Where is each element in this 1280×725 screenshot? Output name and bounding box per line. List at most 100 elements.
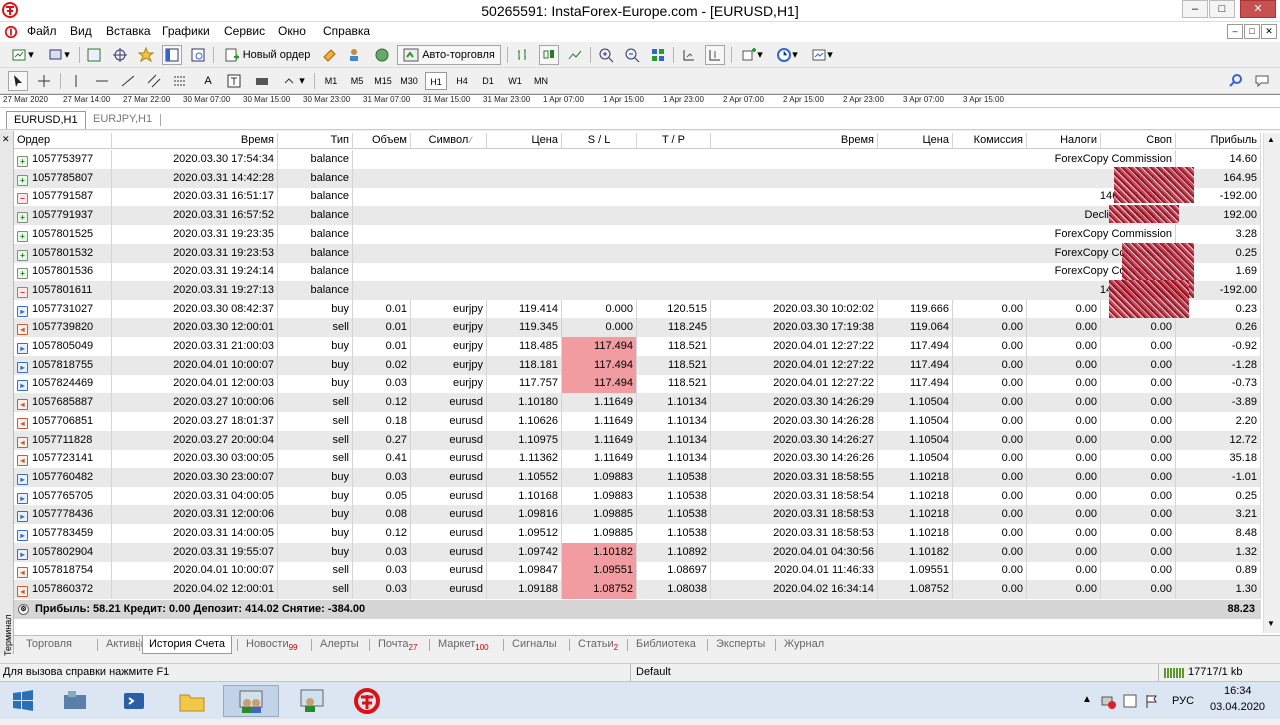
- table-row[interactable]: ◂ 1057706851 2020.03.27 18:01:37 sell 0.18 eu…: [14, 411, 1261, 431]
- terminal-tab-2[interactable]: История Счета: [142, 636, 233, 654]
- new-chart-button[interactable]: ▾: [8, 45, 38, 65]
- timeframe-mn[interactable]: MN: [530, 72, 552, 90]
- column-header-time[interactable]: Время: [112, 133, 278, 149]
- column-header-volume[interactable]: Объем: [353, 133, 411, 149]
- network-error-icon[interactable]: [1100, 693, 1116, 709]
- table-row[interactable]: +10577858072020.03.31 14:42:28balanceTra…: [14, 168, 1261, 188]
- mdi-minimize-button[interactable]: –: [1227, 24, 1243, 39]
- terminal-tab-0[interactable]: Торговля: [20, 636, 78, 654]
- timeframe-h4[interactable]: H4: [451, 72, 473, 90]
- table-row[interactable]: ◂ 1057860372 2020.04.02 12:00:01 sell 0.03 eu…: [14, 580, 1261, 600]
- table-row[interactable]: ▸ 1057818755 2020.04.01 10:00:07 buy 0.02 eur…: [14, 355, 1261, 375]
- table-row[interactable]: ◂ 1057739820 2020.03.30 12:00:01 sell 0.01 eu…: [14, 318, 1261, 338]
- table-row[interactable]: +1057791937 2020.03.31 16:57:52 balance Dec…: [14, 206, 1261, 226]
- table-row[interactable]: ▸ 1057731027 2020.03.30 08:42:37 buy 0.01 eur…: [14, 299, 1261, 319]
- column-header-commission[interactable]: Комиссия: [953, 133, 1027, 149]
- metatrader-taskbar-button[interactable]: [223, 685, 279, 717]
- column-header-close-time[interactable]: Время: [711, 133, 878, 149]
- text-label-button[interactable]: [224, 71, 244, 91]
- column-header-symbol[interactable]: Символ: [411, 133, 487, 149]
- channel-button[interactable]: [144, 71, 164, 91]
- terminal-side-bar[interactable]: Терминал ✕: [0, 131, 14, 656]
- powershell-button[interactable]: [115, 685, 153, 717]
- navigator-button[interactable]: [136, 45, 156, 65]
- column-header-sl[interactable]: S / L: [562, 133, 637, 149]
- flag-icon[interactable]: [1144, 693, 1160, 709]
- timeframe-m30[interactable]: M30: [398, 72, 420, 90]
- table-row[interactable]: ◂ 1057723141 2020.03.30 03:00:05 sell 0.41 eu…: [14, 449, 1261, 469]
- terminal-tab-5[interactable]: Почта27: [372, 636, 423, 654]
- column-header-swap[interactable]: Своп: [1101, 133, 1176, 149]
- cursor-button[interactable]: [8, 71, 28, 91]
- templates-button[interactable]: ▾: [807, 45, 837, 65]
- scroll-down-icon[interactable]: ▼: [1267, 619, 1275, 628]
- terminal-button[interactable]: [162, 45, 182, 65]
- metaeditor-button[interactable]: [320, 45, 340, 65]
- trendline-button[interactable]: [118, 71, 138, 91]
- chart-shift-button[interactable]: [679, 45, 699, 65]
- bar-chart-button[interactable]: [513, 45, 533, 65]
- rectangle-button[interactable]: [252, 71, 272, 91]
- table-row[interactable]: ▸ 1057802904 2020.03.31 19:55:07 buy 0.03 eur…: [14, 542, 1261, 562]
- start-button[interactable]: [4, 685, 42, 717]
- auto-trading-button[interactable]: Авто-торговля: [397, 45, 501, 65]
- instaforex-taskbar-button[interactable]: [345, 685, 389, 717]
- column-header-close-price[interactable]: Цена: [878, 133, 953, 149]
- scroll-up-icon[interactable]: ▲: [1267, 135, 1275, 144]
- mdi-restore-button[interactable]: □: [1244, 24, 1260, 39]
- vertical-line-button[interactable]: [66, 71, 86, 91]
- timeframe-d1[interactable]: D1: [477, 72, 499, 90]
- chart-tab-eurusd[interactable]: EURUSD,H1: [6, 111, 86, 129]
- table-row[interactable]: ◂ 1057818754 2020.04.01 10:00:07 sell 0.03 eu…: [14, 561, 1261, 581]
- timeframe-h1[interactable]: H1: [425, 72, 447, 90]
- table-row[interactable]: ▸ 1057805049 2020.03.31 21:00:03 buy 0.01 eur…: [14, 337, 1261, 356]
- table-row[interactable]: −10578016112020.03.31 19:27:13balance146…: [14, 280, 1261, 300]
- crosshair-button[interactable]: [34, 71, 54, 91]
- table-row[interactable]: +1057801532 2020.03.31 19:23:53 balance For…: [14, 243, 1261, 263]
- tile-windows-button[interactable]: [648, 45, 668, 65]
- tray-app-icon[interactable]: [1122, 693, 1138, 709]
- menu-insert[interactable]: Вставка: [106, 24, 151, 38]
- column-header-type[interactable]: Тип: [278, 133, 353, 149]
- table-row[interactable]: −10577915872020.03.31 16:51:17balance146…: [14, 187, 1261, 207]
- zoom-in-button[interactable]: [596, 45, 616, 65]
- arrows-button[interactable]: ▾: [280, 71, 308, 91]
- zoom-out-button[interactable]: [622, 45, 642, 65]
- column-header-tp[interactable]: T / P: [637, 133, 711, 149]
- menu-tools[interactable]: Сервис: [224, 24, 265, 38]
- new-order-button[interactable]: Новый ордер: [219, 45, 315, 65]
- clock-time[interactable]: 16:34: [1224, 685, 1252, 697]
- column-header-profit[interactable]: Прибыль: [1176, 133, 1261, 149]
- terminal-tab-11[interactable]: Журнал: [778, 636, 830, 654]
- table-row[interactable]: +1057801525 2020.03.31 19:23:35 balance For…: [14, 224, 1261, 244]
- menu-help[interactable]: Справка: [323, 24, 370, 38]
- community-button[interactable]: [346, 45, 366, 65]
- explorer-button[interactable]: [173, 685, 211, 717]
- candlestick-button[interactable]: [539, 45, 559, 65]
- minimize-button[interactable]: –: [1182, 0, 1208, 18]
- menu-window[interactable]: Окно: [278, 24, 306, 38]
- timeframe-w1[interactable]: W1: [504, 72, 526, 90]
- chart-window-icon[interactable]: [4, 25, 18, 39]
- column-header-taxes[interactable]: Налоги: [1027, 133, 1101, 149]
- server-manager-button[interactable]: [56, 685, 94, 717]
- table-row[interactable]: +1057753977 2020.03.30 17:54:34 balance For…: [14, 150, 1261, 169]
- terminal-tab-10[interactable]: Эксперты: [710, 636, 771, 654]
- timeframe-m1[interactable]: M1: [320, 72, 342, 90]
- search-button[interactable]: [1226, 71, 1246, 91]
- table-row[interactable]: ▸ 1057765705 2020.03.31 04:00:05 buy 0.05 eur…: [14, 486, 1261, 506]
- timeframe-m15[interactable]: M15: [372, 72, 394, 90]
- table-row[interactable]: ◂ 1057711828 2020.03.27 20:00:04 sell 0.27 eu…: [14, 430, 1261, 450]
- terminal-close-icon[interactable]: ✕: [2, 134, 10, 145]
- column-header-order[interactable]: Ордер: [14, 133, 112, 149]
- indicators-button[interactable]: ▾: [737, 45, 767, 65]
- autoscroll-button[interactable]: [705, 45, 725, 65]
- table-row[interactable]: ▸ 1057824469 2020.04.01 12:00:03 buy 0.03 eur…: [14, 374, 1261, 394]
- table-row[interactable]: ◂ 1057685887 2020.03.27 10:00:06 sell 0.12 eu…: [14, 393, 1261, 413]
- table-row[interactable]: ▸ 1057760482 2020.03.30 23:00:07 buy 0.03 eur…: [14, 467, 1261, 487]
- horizontal-line-button[interactable]: [92, 71, 112, 91]
- strategy-tester-button[interactable]: [188, 45, 208, 65]
- table-row[interactable]: +1057801536 2020.03.31 19:24:14 balance For…: [14, 262, 1261, 282]
- data-window-button[interactable]: [110, 45, 130, 65]
- terminal-tab-3[interactable]: Новости99: [240, 636, 304, 654]
